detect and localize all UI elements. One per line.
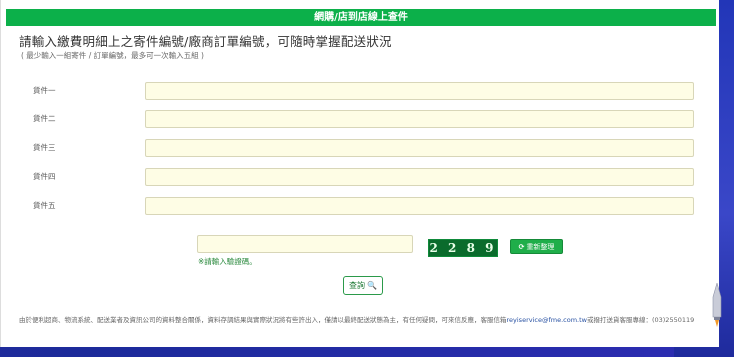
shipment-label-5: 貨件五 — [33, 201, 56, 210]
shipment-row-5: 貨件五 — [1, 197, 719, 217]
footer-text-after: 或撥打送貨客服專線：(03)2550119 — [586, 316, 695, 324]
shipment-input-2[interactable] — [145, 110, 694, 128]
form-title: 請輸入繳費明細上之寄件編號/廠商訂單編號，可隨時掌握配送狀況 — [19, 34, 392, 49]
shipment-input-1[interactable] — [145, 82, 694, 100]
search-button[interactable]: 查詢 🔍 — [343, 276, 383, 295]
shipment-label-2: 貨件二 — [33, 114, 56, 123]
tracking-panel: 網購/店到店線上查件 請輸入繳費明細上之寄件編號/廠商訂單編號，可隨時掌握配送狀… — [0, 0, 719, 347]
shipment-row-4: 貨件四 — [1, 168, 719, 188]
shipment-row-2: 貨件二 — [1, 110, 719, 130]
refresh-icon: ⟳ — [518, 243, 525, 251]
captcha-image: 2 2 8 9 2 — [428, 239, 498, 257]
shipment-input-5[interactable] — [145, 197, 694, 215]
shipment-label-3: 貨件三 — [33, 143, 56, 152]
captcha-hint: ※請輸入驗證碼。 — [198, 257, 257, 266]
magnifier-icon: 🔍 — [367, 281, 377, 290]
captcha-input[interactable] — [197, 235, 413, 253]
search-label: 查詢 — [349, 281, 366, 290]
footer-note: 由於便利超商、物流系統、配送業者及資訊公司的資料整合關係，資料存調結果與實際狀況… — [19, 316, 709, 325]
page-header: 網購/店到店線上查件 — [6, 9, 716, 26]
support-email-link[interactable]: reyiservice@fme.com.tw — [507, 316, 587, 324]
refresh-label: 重新整理 — [526, 243, 555, 251]
refresh-captcha-button[interactable]: ⟳ 重新整理 — [510, 239, 563, 254]
shipment-label-1: 貨件一 — [33, 86, 56, 95]
shipment-label-4: 貨件四 — [33, 172, 56, 181]
shipment-row-1: 貨件一 — [1, 82, 719, 102]
rocket-icon — [712, 283, 722, 327]
form-subtitle: ( 最少輸入一組寄件 / 訂單編號，最多可一次輸入五組 ) — [21, 51, 204, 60]
footer-text-before: 由於便利超商、物流系統、配送業者及資訊公司的資料整合關係，資料存調結果與實際狀況… — [19, 316, 507, 324]
shipment-input-3[interactable] — [145, 139, 694, 157]
shipment-input-4[interactable] — [145, 168, 694, 186]
shipment-row-3: 貨件三 — [1, 139, 719, 159]
